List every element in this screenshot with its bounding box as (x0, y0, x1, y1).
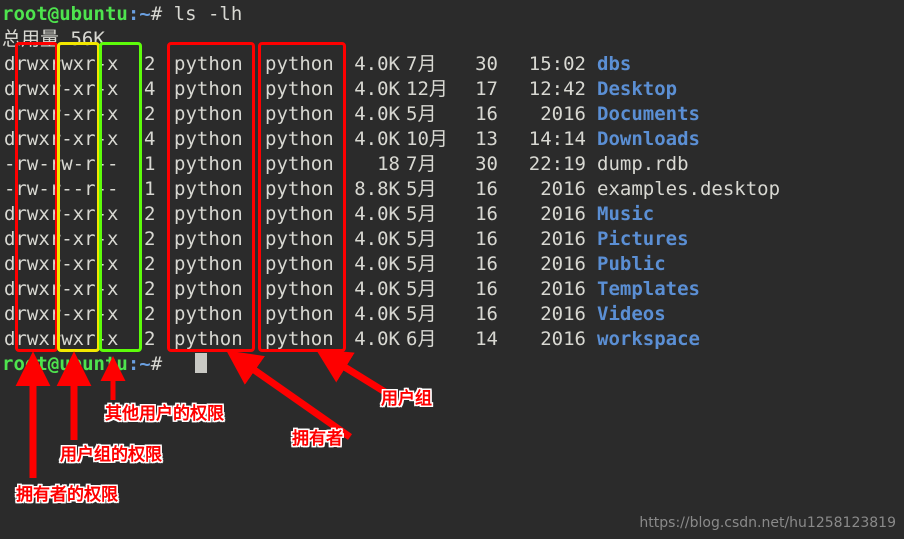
file-name: Documents (597, 103, 700, 125)
file-day: 16 (475, 103, 498, 125)
file-month: 5月 (406, 178, 437, 200)
group-label: 用户组 (381, 389, 432, 409)
other-perm-label: 其他用户的权限 (105, 404, 224, 424)
file-time: 2016 (540, 328, 586, 350)
file-size: 4.0K (354, 303, 400, 325)
file-day: 16 (475, 278, 498, 300)
trailing-prompt-line: root@ubuntu:~# (2, 352, 904, 377)
file-size: 4.0K (354, 253, 400, 275)
group-permission-box (57, 42, 100, 352)
file-size: 8.8K (354, 178, 400, 200)
file-time: 22:19 (528, 153, 586, 175)
watermark: https://blog.csdn.net/hu1258123819 (639, 515, 896, 531)
file-link-count: 2 (144, 278, 156, 300)
other-permission-box (99, 42, 142, 352)
group-perm-label: 用户组的权限 (60, 445, 162, 465)
file-name: examples.desktop (597, 178, 781, 200)
file-month: 5月 (406, 203, 437, 225)
file-month: 5月 (406, 303, 437, 325)
file-name: dump.rdb (597, 153, 689, 175)
file-link-count: 1 (144, 178, 156, 200)
prompt-hash: # (150, 3, 174, 25)
file-month: 10月 (406, 128, 448, 150)
owner-column-box (167, 42, 255, 352)
file-size: 4.0K (354, 278, 400, 300)
file-size: 4.0K (354, 328, 400, 350)
file-day: 16 (475, 203, 498, 225)
file-month: 5月 (406, 228, 437, 250)
file-link-count: 1 (144, 153, 156, 175)
trailing-prompt-user: root@ubuntu (2, 353, 128, 375)
file-time: 14:14 (528, 128, 586, 150)
terminal-cursor (195, 353, 207, 373)
prompt-user: root@ubuntu (2, 3, 128, 25)
file-name: Public (597, 253, 666, 275)
file-name: Templates (597, 278, 700, 300)
file-time: 2016 (540, 303, 586, 325)
file-time: 12:42 (528, 78, 586, 100)
file-month: 7月 (406, 153, 437, 175)
file-day: 16 (475, 253, 498, 275)
file-name: dbs (597, 53, 632, 75)
file-day: 16 (475, 178, 498, 200)
file-link-count: 2 (144, 303, 156, 325)
owner-label: 拥有者 (292, 429, 343, 449)
terminal-screenshot: root@ubuntu:~# ls -lh 总用量 56K drwxrwxr-x… (0, 0, 904, 539)
file-day: 30 (475, 153, 498, 175)
file-link-count: 4 (144, 128, 156, 150)
file-time: 2016 (540, 103, 586, 125)
file-month: 5月 (406, 103, 437, 125)
file-size: 4.0K (354, 128, 400, 150)
file-month: 5月 (406, 278, 437, 300)
file-month: 12月 (406, 78, 448, 100)
group-column-box (258, 42, 346, 352)
file-day: 16 (475, 228, 498, 250)
file-link-count: 4 (144, 78, 156, 100)
file-link-count: 2 (144, 53, 156, 75)
file-day: 14 (475, 328, 498, 350)
owner-perm-label: 拥有者的权限 (16, 485, 118, 505)
file-size: 4.0K (354, 78, 400, 100)
trailing-prompt-path: :~ (127, 353, 151, 375)
file-day: 30 (475, 53, 498, 75)
file-size: 18 (377, 153, 400, 175)
file-link-count: 2 (144, 253, 156, 275)
file-name: Desktop (597, 78, 678, 100)
file-month: 6月 (406, 328, 437, 350)
file-name: workspace (597, 328, 700, 350)
file-link-count: 2 (144, 228, 156, 250)
file-day: 16 (475, 303, 498, 325)
file-size: 4.0K (354, 103, 400, 125)
file-name: Videos (597, 303, 666, 325)
file-name: Pictures (597, 228, 689, 250)
file-link-count: 2 (144, 203, 156, 225)
file-size: 4.0K (354, 53, 400, 75)
file-time: 2016 (540, 278, 586, 300)
command-line: root@ubuntu:~# ls -lh (2, 2, 904, 27)
owner-permission-box (15, 42, 58, 352)
file-time: 2016 (540, 203, 586, 225)
file-day: 17 (475, 78, 498, 100)
file-time: 15:02 (528, 53, 586, 75)
file-size: 4.0K (354, 203, 400, 225)
file-link-count: 2 (144, 328, 156, 350)
file-month: 7月 (406, 53, 437, 75)
file-month: 5月 (406, 253, 437, 275)
file-time: 2016 (540, 178, 586, 200)
file-name: Music (597, 203, 655, 225)
trailing-prompt-hash: # (150, 353, 163, 375)
file-link-count: 2 (144, 103, 156, 125)
file-name: Downloads (597, 128, 700, 150)
file-time: 2016 (540, 228, 586, 250)
file-size: 4.0K (354, 228, 400, 250)
command-text: ls -lh (173, 3, 243, 25)
prompt-path: :~ (127, 3, 151, 25)
file-day: 13 (475, 128, 498, 150)
file-time: 2016 (540, 253, 586, 275)
